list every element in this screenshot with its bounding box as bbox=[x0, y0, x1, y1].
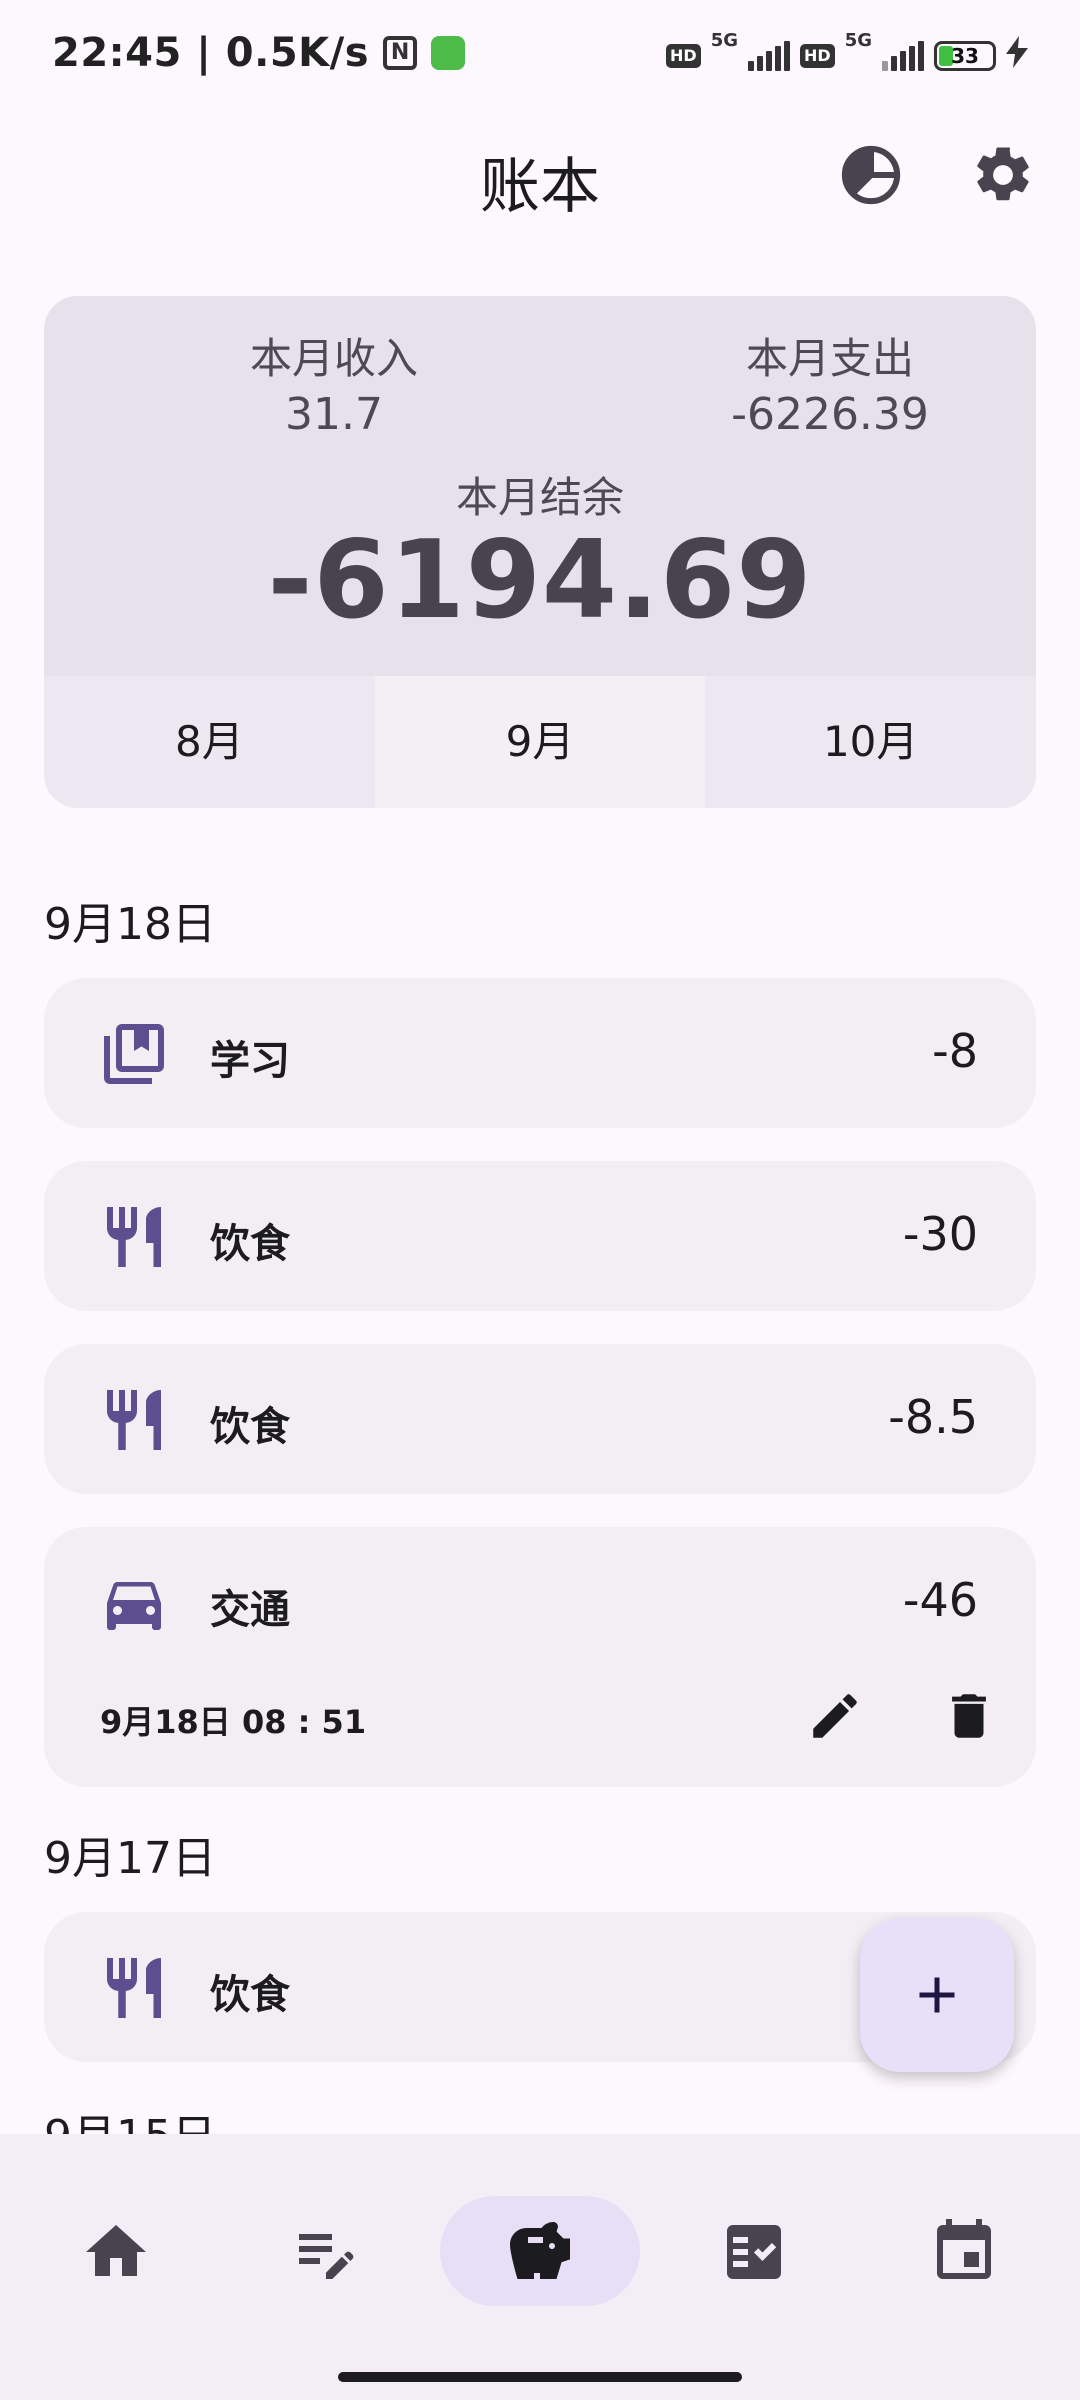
date-header: 9月17日 bbox=[44, 1833, 216, 1884]
calendar-icon bbox=[937, 2219, 991, 2279]
status-time: 22:45 | 0.5K/s bbox=[52, 30, 370, 76]
item-time: 9月18日 08 : 51 bbox=[100, 1703, 367, 1741]
item-category: 饮食 bbox=[210, 1221, 290, 1267]
month-tab-prev[interactable]: 8月 bbox=[44, 676, 375, 808]
pie-chart-icon[interactable] bbox=[838, 142, 904, 208]
item-amount: -30 bbox=[902, 1207, 978, 1261]
plus-icon bbox=[919, 1977, 955, 2013]
summary-totals: 本月收入 31.7 本月支出 -6226.39 本月结余 -6194.69 bbox=[44, 296, 1036, 676]
item-category: 饮食 bbox=[210, 1972, 290, 2018]
add-record-button[interactable] bbox=[860, 1918, 1014, 2072]
month-tab-current[interactable]: 9月 bbox=[374, 676, 706, 808]
app-notification-icon bbox=[431, 36, 466, 70]
fork-knife-icon bbox=[107, 1207, 161, 1267]
bottom-navigation bbox=[0, 2134, 1080, 2400]
status-bar: 22:45 | 0.5K/s N HD 5G HD 5G 33 bbox=[0, 0, 1080, 110]
income-label: 本月收入 bbox=[249, 334, 418, 383]
bolt-icon bbox=[1006, 36, 1028, 75]
nav-home[interactable] bbox=[16, 2196, 216, 2306]
hd-badge-2: HD bbox=[800, 43, 835, 68]
item-category: 交通 bbox=[210, 1587, 290, 1633]
network-type: 5G bbox=[710, 30, 739, 51]
battery-level: 33 bbox=[951, 43, 979, 68]
item-amount: -46 bbox=[902, 1573, 978, 1627]
delete-icon[interactable] bbox=[940, 1687, 998, 1745]
edit-icon[interactable] bbox=[806, 1687, 864, 1745]
nav-tasks[interactable] bbox=[654, 2196, 854, 2306]
expense-value: -6226.39 bbox=[731, 389, 929, 440]
nav-ledger[interactable] bbox=[440, 2196, 640, 2306]
piggy-bank-icon bbox=[510, 2222, 570, 2279]
book-icon bbox=[104, 1024, 164, 1084]
item-category: 学习 bbox=[210, 1038, 290, 1084]
status-right: HD 5G HD 5G 33 bbox=[666, 30, 1028, 75]
expense-block: 本月支出 -6226.39 bbox=[630, 332, 1030, 444]
monthly-summary-card: 本月收入 31.7 本月支出 -6226.39 本月结余 -6194.69 8月… bbox=[44, 296, 1036, 808]
signal-icon bbox=[748, 40, 791, 71]
item-amount: -8.5 bbox=[888, 1390, 978, 1444]
checklist-icon bbox=[727, 2225, 781, 2279]
item-category: 饮食 bbox=[210, 1404, 290, 1450]
ledger-screen: 22:45 | 0.5K/s N HD 5G HD 5G 33 账本 本月收入 … bbox=[0, 0, 1080, 2400]
status-left: 22:45 | 0.5K/s N bbox=[52, 30, 466, 76]
expense-label: 本月支出 bbox=[745, 334, 914, 383]
nfc-icon: N bbox=[383, 36, 418, 70]
nav-calendar[interactable] bbox=[864, 2196, 1064, 2306]
app-header: 账本 bbox=[0, 120, 1080, 230]
month-tab-next[interactable]: 10月 bbox=[705, 676, 1036, 808]
signal-icon-2 bbox=[882, 40, 924, 71]
car-icon bbox=[107, 1582, 161, 1630]
month-selector: 8月 9月 10月 bbox=[44, 676, 1036, 808]
hd-badge: HD bbox=[666, 43, 701, 68]
list-item[interactable]: 饮食 -30 bbox=[44, 1161, 1036, 1311]
list-item[interactable]: 学习 -8 bbox=[44, 978, 1036, 1128]
page-title: 账本 bbox=[480, 152, 600, 222]
item-amount: -8 bbox=[932, 1024, 978, 1078]
balance-label: 本月结余 bbox=[455, 473, 624, 522]
battery-icon: 33 bbox=[934, 40, 996, 71]
nav-notes[interactable] bbox=[226, 2196, 426, 2306]
income-value: 31.7 bbox=[285, 389, 383, 440]
fork-knife-icon bbox=[107, 1390, 161, 1450]
network-type-2: 5G bbox=[844, 30, 872, 51]
home-indicator[interactable] bbox=[338, 2372, 742, 2382]
income-block: 本月收入 31.7 bbox=[134, 332, 534, 444]
fork-knife-icon bbox=[107, 1958, 161, 2018]
list-item-expanded[interactable]: 交通 -46 9月18日 08 : 51 bbox=[44, 1527, 1036, 1787]
notes-edit-icon bbox=[299, 2234, 354, 2279]
home-icon bbox=[86, 2225, 146, 2276]
list-item[interactable]: 饮食 -8.5 bbox=[44, 1344, 1036, 1494]
date-header: 9月18日 bbox=[44, 899, 216, 950]
gear-icon[interactable] bbox=[970, 142, 1036, 208]
balance-value: -6194.69 bbox=[267, 518, 813, 643]
